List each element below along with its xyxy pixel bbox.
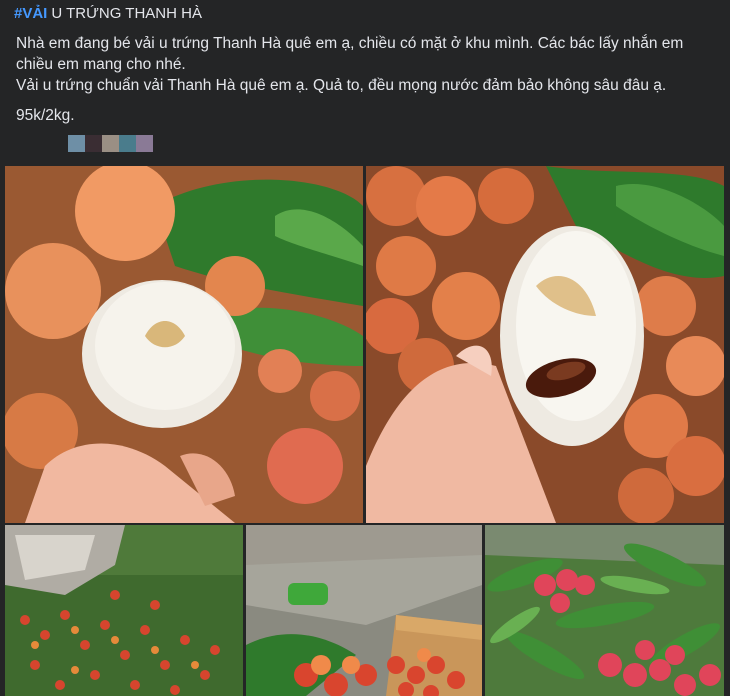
swatch-1: [68, 135, 85, 152]
lychee-photo-icon: [5, 525, 243, 696]
post-card: #VẢI U TRỨNG THANH HÀ Nhà em đang bé vải …: [0, 0, 730, 696]
post-title-row: #VẢI U TRỨNG THANH HÀ: [14, 4, 202, 24]
swatch-3: [102, 135, 119, 152]
post-title: U TRỨNG THANH HÀ: [51, 5, 202, 22]
photo-lychee-box[interactable]: [246, 525, 482, 696]
post-paragraph-1: Nhà em đang bé vải u trứng Thanh Hà quê …: [16, 35, 684, 73]
swatch-4: [119, 135, 136, 152]
photo-lychee-with-seed[interactable]: [366, 166, 724, 523]
lychee-photo-icon: [485, 525, 724, 696]
lychee-photo-icon: [246, 525, 482, 696]
lychee-photo-icon: [366, 166, 724, 523]
post-body: Nhà em đang bé vải u trứng Thanh Hà quê …: [16, 33, 716, 126]
photo-lychee-orchard[interactable]: [5, 525, 243, 696]
photo-lychee-branch[interactable]: [485, 525, 724, 696]
post-price: 95k/2kg.: [16, 107, 75, 124]
hashtag-link[interactable]: #VẢI: [14, 5, 47, 22]
swatch-5: [136, 135, 153, 152]
post-paragraph-2: Vải u trứng chuẩn vải Thanh Hà quê em ạ.…: [16, 77, 667, 94]
color-swatches: [68, 135, 153, 152]
swatch-2: [85, 135, 102, 152]
photo-grid: [0, 163, 730, 696]
lychee-photo-icon: [5, 166, 363, 523]
photo-peeled-lychee-hand[interactable]: [5, 166, 363, 523]
